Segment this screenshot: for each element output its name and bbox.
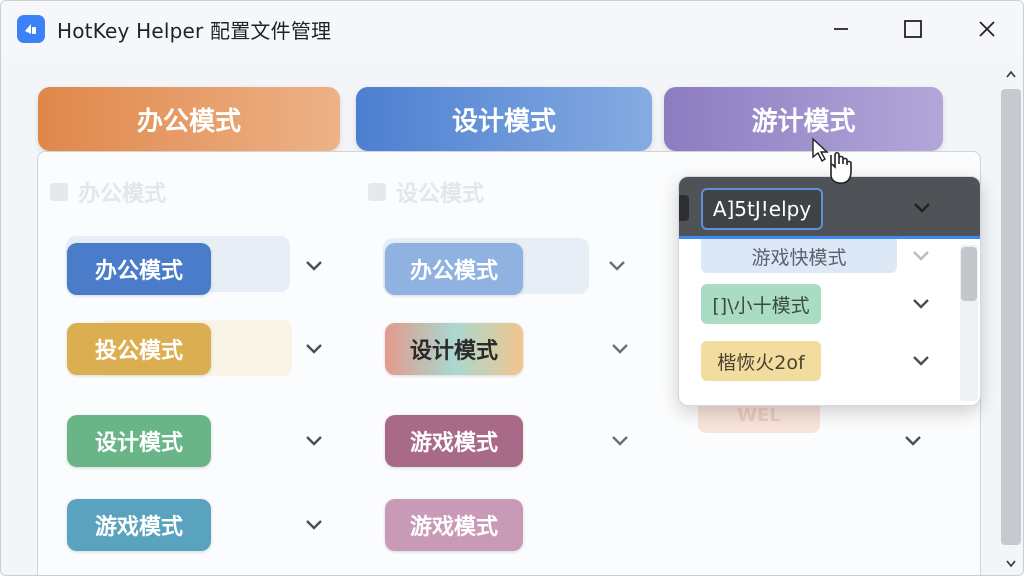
dropdown-notch: [679, 195, 689, 221]
dropdown-item-other[interactable]: 楷恢火2of: [701, 341, 821, 381]
tab-game-mode[interactable]: 游计模式: [664, 87, 943, 151]
scroll-up-icon[interactable]: [1002, 67, 1020, 83]
scrollbar-thumb[interactable]: [1001, 89, 1021, 545]
chevron-down-icon[interactable]: [302, 429, 326, 453]
dropdown-item-game-fast[interactable]: 游戏快模式: [701, 239, 897, 273]
close-button[interactable]: [965, 9, 1009, 49]
app-window: HotKey Helper 配置文件管理 办公模式 设计模式 游计模式 办公模式: [0, 0, 1024, 576]
profile-pill-office[interactable]: 办公模式: [67, 243, 211, 295]
profile-pill-game-3[interactable]: 游戏模式: [385, 499, 523, 551]
dropdown-scrollbar-thumb[interactable]: [961, 247, 977, 301]
chevron-down-icon[interactable]: [909, 349, 933, 373]
tab-office-mode[interactable]: 办公模式: [38, 87, 340, 151]
chevron-down-icon[interactable]: [608, 429, 632, 453]
dropdown-scrollbar[interactable]: [960, 245, 978, 401]
chevron-down-icon[interactable]: [901, 429, 925, 453]
ghost-square-icon: [368, 183, 386, 201]
minimize-icon: [834, 28, 848, 30]
maximize-button[interactable]: [891, 9, 935, 49]
profile-pill-design-2[interactable]: 设计模式: [385, 323, 523, 375]
minimize-button[interactable]: [819, 9, 863, 49]
window-title: HotKey Helper 配置文件管理: [57, 19, 332, 43]
chevron-down-icon[interactable]: [910, 196, 934, 220]
close-icon: [979, 21, 995, 37]
profile-pill-game-2[interactable]: 游戏模式: [385, 415, 523, 467]
app-logo-icon: [17, 15, 45, 43]
profile-pill-design[interactable]: 设计模式: [67, 415, 211, 467]
chevron-down-icon[interactable]: [909, 244, 933, 268]
profile-pill-game[interactable]: 游戏模式: [67, 499, 211, 551]
chevron-down-icon[interactable]: [909, 292, 933, 316]
profile-pill-office-alt[interactable]: 投公模式: [67, 323, 211, 375]
window-scrollbar[interactable]: [999, 63, 1023, 575]
dropdown-item-design[interactable]: []\小十模式: [701, 284, 821, 324]
tab-design-mode[interactable]: 设计模式: [356, 87, 652, 151]
ghost-header-1: 办公模式: [50, 174, 166, 210]
ghost-square-icon: [50, 183, 68, 201]
profile-dropdown[interactable]: A]5tJ!elpy 游戏快模式 []\小十模式 楷恢火2of: [678, 176, 981, 406]
chevron-down-icon[interactable]: [302, 513, 326, 537]
scroll-down-icon[interactable]: [1002, 555, 1020, 571]
chevron-down-icon[interactable]: [605, 254, 629, 278]
hand-cursor-icon: [807, 137, 857, 191]
ghost-header-2: 设公模式: [368, 174, 484, 210]
chevron-down-icon[interactable]: [302, 337, 326, 361]
maximize-icon: [904, 20, 922, 38]
profile-pill-office-2[interactable]: 办公模式: [385, 243, 523, 295]
title-bar: HotKey Helper 配置文件管理: [1, 1, 1023, 57]
chevron-down-icon[interactable]: [608, 337, 632, 361]
dropdown-selected-value[interactable]: A]5tJ!elpy: [701, 188, 823, 230]
chevron-down-icon[interactable]: [302, 254, 326, 278]
